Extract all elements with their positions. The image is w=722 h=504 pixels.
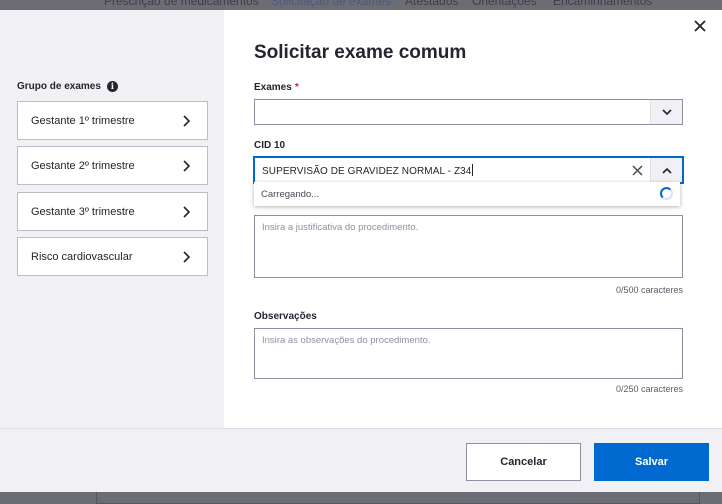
chevron-right-icon	[183, 205, 191, 218]
modal-footer: Cancelar Salvar	[0, 428, 722, 492]
required-mark: *	[294, 82, 299, 93]
modal-title: Solicitar exame comum	[254, 42, 467, 63]
bg-tab: Atestados	[405, 0, 459, 8]
bg-tab: Prescrição de medicamentos	[104, 0, 259, 8]
justificativa-textarea[interactable]: Insira a justificativa do procedimento.	[254, 215, 683, 278]
group-label: Gestante 2º trimestre	[31, 159, 135, 172]
group-label: Gestante 1º trimestre	[31, 114, 135, 127]
chevron-up-icon	[661, 167, 672, 174]
exames-dropdown-toggle[interactable]	[650, 100, 682, 124]
cid10-value: SUPERVISÃO DE GRAVIDEZ NORMAL - Z34	[262, 164, 474, 177]
exames-label-text: Exames	[254, 82, 292, 93]
loading-spinner-icon	[660, 187, 673, 200]
exam-group-sidebar: Grupo de exames i Gestante 1º trimestre …	[0, 10, 224, 428]
cid10-value-text: SUPERVISÃO DE GRAVIDEZ NORMAL - Z34	[262, 166, 472, 177]
exames-select[interactable]	[254, 99, 683, 125]
exam-request-modal: Grupo de exames i Gestante 1º trimestre …	[0, 10, 722, 492]
close-button[interactable]	[690, 16, 710, 36]
justificativa-counter: 0/500 caracteres	[615, 285, 683, 295]
info-icon[interactable]: i	[106, 81, 118, 92]
cid10-input[interactable]: SUPERVISÃO DE GRAVIDEZ NORMAL - Z34	[254, 157, 683, 183]
cancel-button[interactable]: Cancelar	[466, 443, 581, 481]
cid10-dropdown-toggle[interactable]	[650, 158, 682, 182]
observacoes-textarea[interactable]: Insira as observações do procedimento.	[254, 328, 683, 379]
group-gestante-2-button[interactable]: Gestante 2º trimestre	[17, 146, 208, 185]
observacoes-counter: 0/250 caracteres	[615, 384, 683, 394]
group-gestante-3-button[interactable]: Gestante 3º trimestre	[17, 192, 208, 231]
cid10-dropdown-menu: Carregando...	[254, 182, 680, 206]
sidebar-title-text: Grupo de exames	[17, 81, 101, 92]
group-risco-cardiovascular-button[interactable]: Risco cardiovascular	[17, 237, 208, 276]
observacoes-placeholder: Insira as observações do procedimento.	[262, 335, 431, 346]
group-label: Gestante 3º trimestre	[31, 205, 135, 218]
chevron-right-icon	[183, 114, 191, 127]
text-caret	[472, 164, 474, 176]
exames-label: Exames *	[254, 82, 299, 93]
close-icon	[694, 20, 706, 32]
bg-tab: Orientações	[472, 0, 537, 8]
chevron-right-icon	[183, 159, 191, 172]
cid10-label: CID 10	[254, 140, 286, 151]
sidebar-title: Grupo de exames i	[17, 81, 118, 92]
group-gestante-1-button[interactable]: Gestante 1º trimestre	[17, 101, 208, 140]
group-label: Risco cardiovascular	[31, 250, 133, 263]
observacoes-label: Observações	[254, 311, 317, 322]
clear-button[interactable]	[630, 163, 644, 177]
chevron-down-icon	[661, 108, 672, 115]
chevron-right-icon	[183, 250, 191, 263]
bg-tab: Encaminhamentos	[553, 0, 653, 8]
justificativa-placeholder: Insira a justificativa do procedimento.	[262, 222, 419, 233]
background-tabs: Prescrição de medicamentos Solicitação d…	[90, 0, 722, 10]
save-button[interactable]: Salvar	[594, 443, 709, 481]
loading-text: Carregando...	[261, 189, 320, 200]
bg-tab: Solicitação de exames	[271, 0, 392, 8]
clear-icon	[631, 164, 643, 176]
